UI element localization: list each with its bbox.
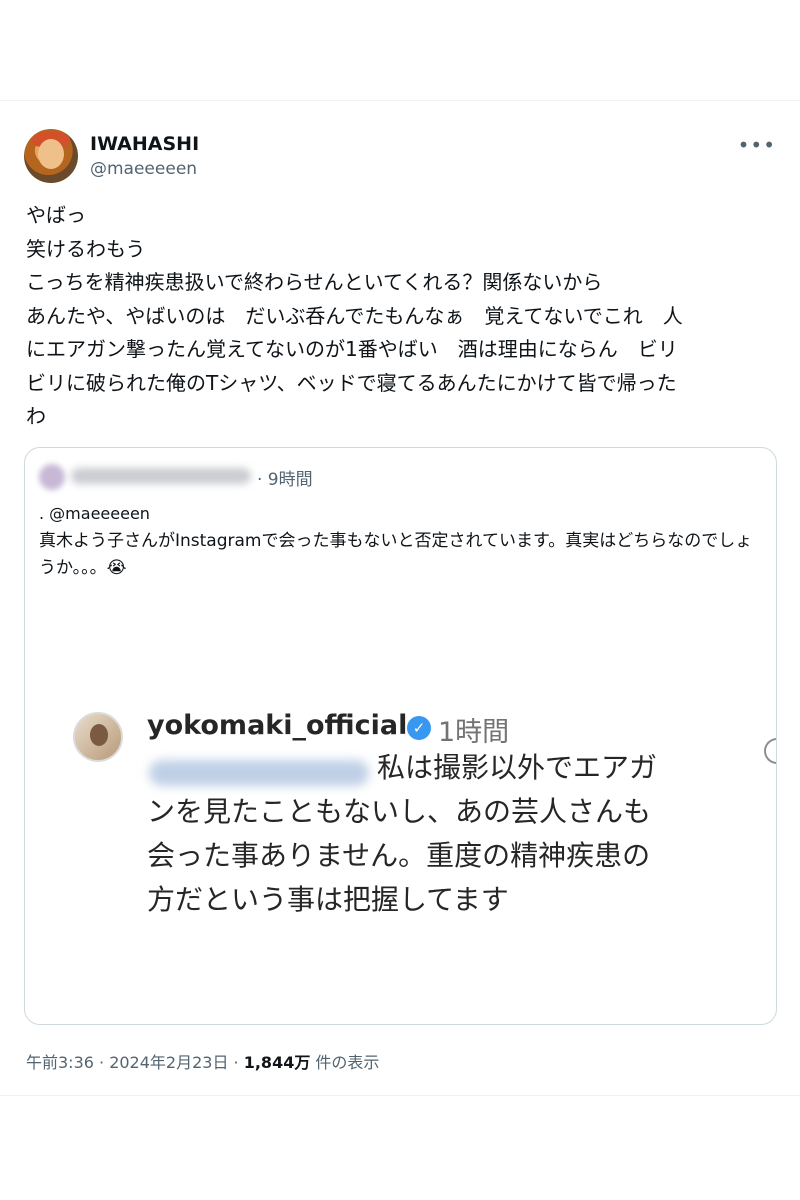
instagram-side-edge — [764, 738, 776, 764]
tweet-line: にエアガン撃ったん覚えてないのが1番やばい 酒は理由にならん ビリ — [26, 337, 678, 361]
tweet-card: IWAHASHI @maeeeeen ••• やばっ 笑けるわもう こっちを精神… — [0, 100, 800, 1096]
quoted-mention[interactable]: . @maeeeeen — [39, 504, 150, 523]
tweet-line: わ — [26, 404, 46, 428]
profile-avatar[interactable] — [24, 129, 78, 183]
tweet-text: やばっ 笑けるわもう こっちを精神疾患扱いで終わらせんといてくれる？関係ないから… — [26, 199, 774, 434]
more-horizontal-icon[interactable]: ••• — [738, 133, 776, 157]
tweet-line: あんたや、やばいのは だいぶ呑んでたもんなぁ 覚えてないでこれ 人 — [26, 303, 683, 328]
tweet-line: 笑けるわもう — [26, 236, 146, 261]
quoted-avatar-blurred — [39, 464, 65, 490]
comment-line: 方だという事は把握してます — [147, 883, 509, 916]
user-handle[interactable]: @maeeeeen — [90, 159, 197, 179]
verified-badge-icon: ✓ — [407, 716, 431, 740]
instagram-avatar — [73, 712, 123, 762]
comment-line: 会った事ありません。重度の精神疾患の — [147, 839, 651, 872]
instagram-comment: 私は撮影以外でエアガ ンを見たこともないし、あの芸人さんも 会った事ありません。… — [147, 746, 757, 922]
comment-line: 私は撮影以外でエアガ — [377, 751, 658, 784]
tweet-line: やばっ — [26, 203, 86, 227]
comment-line: ンを見たこともないし、あの芸人さんも — [147, 795, 652, 828]
instagram-timestamp: 1時間 — [438, 717, 510, 748]
tweet-line: ビリに破られた俺のTシャツ、ベッドで寝てるあんたにかけて皆で帰った — [26, 370, 677, 395]
quoted-text: 真木よう子さんがInstagramで会った事もないと否定されています。真実はどち… — [39, 531, 753, 578]
quoted-username-blurred — [71, 468, 251, 484]
display-name[interactable]: IWAHASHI — [90, 133, 199, 155]
avatar-face — [38, 139, 64, 169]
instagram-username: yokomaki_official — [147, 710, 408, 741]
tweet-meta: 午前3:36 · 2024年2月23日 · 1,844万 件の表示 — [26, 1049, 379, 1073]
quoted-timestamp: · 9時間 — [257, 470, 313, 490]
view-count-suffix: 件の表示 — [310, 1053, 380, 1072]
view-count: 1,844万 — [243, 1053, 311, 1072]
quoted-tweet[interactable]: · 9時間 . @maeeeeen 真木よう子さんがInstagramで会った事… — [24, 447, 777, 1025]
tweet-line: こっちを精神疾患扱いで終わらせんといてくれる？関係ないから — [26, 270, 603, 294]
tweet-timestamp[interactable]: 午前3:36 · 2024年2月23日 · — [26, 1053, 244, 1072]
